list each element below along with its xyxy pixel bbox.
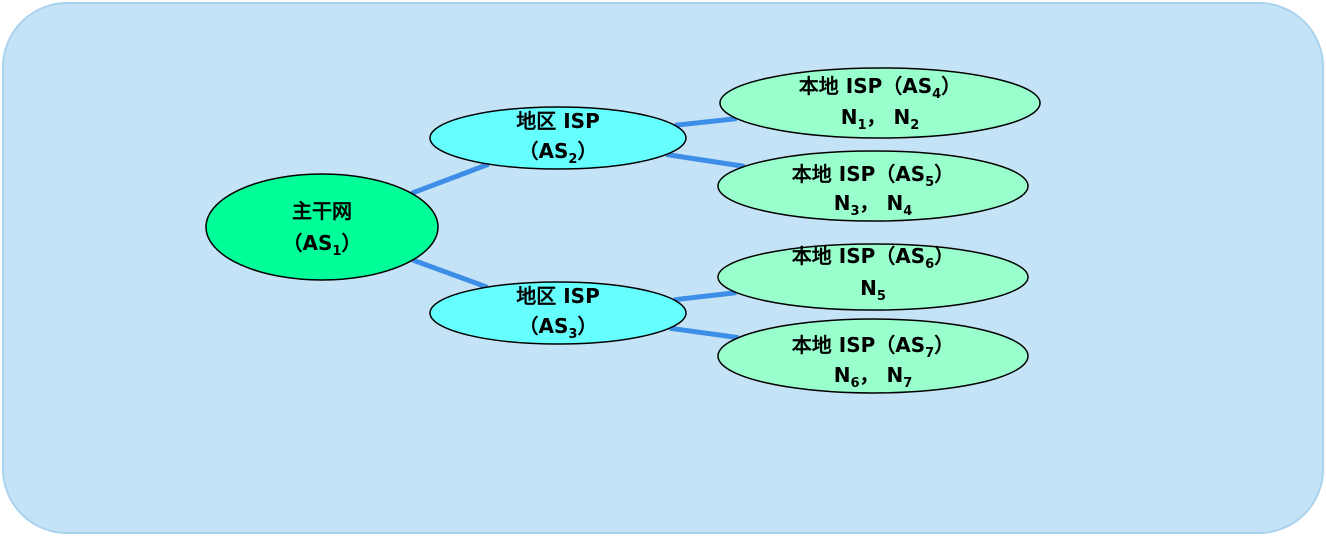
isp-hierarchy-diagram: 主干网 （AS1​） 地区 ISP （AS2​） 地区 ISP （AS3​） 本地 ISP（…: [2, 2, 1324, 534]
label-local_7-line2: N6​， N7​: [834, 363, 913, 391]
label-region_b-line1: 地区 ISP: [516, 284, 599, 308]
label-region_a-line2: （AS2​）: [519, 139, 598, 167]
label-backbone-line2: （AS1​）: [283, 231, 362, 259]
label-region_a-line1: 地区 ISP: [516, 109, 599, 133]
node-local_6: 本地 ISP（AS6​）N5​: [717, 243, 1029, 311]
node-backbone: 主干网 （AS1​）: [205, 173, 439, 281]
label-backbone-line1: 主干网: [292, 199, 352, 223]
node-region_b: 地区 ISP （AS3​）: [429, 281, 687, 345]
node-region_a: 地区 ISP （AS2​）: [429, 106, 687, 170]
node-local_4: 本地 ISP（AS4​）N1​， N2​: [719, 67, 1041, 139]
label-region_b-line2: （AS3​）: [519, 314, 598, 342]
label-local_5-line2: N3​， N4​: [834, 191, 913, 219]
node-local_5: 本地 ISP（AS5​）N3​， N4​: [717, 150, 1029, 222]
ellipse-backbone: [205, 173, 439, 281]
node-local_7: 本地 ISP（AS7​）N6​， N7​: [717, 318, 1029, 394]
background-panel: [2, 2, 1324, 534]
label-local_4-line2: N1​， N2​: [841, 105, 920, 133]
